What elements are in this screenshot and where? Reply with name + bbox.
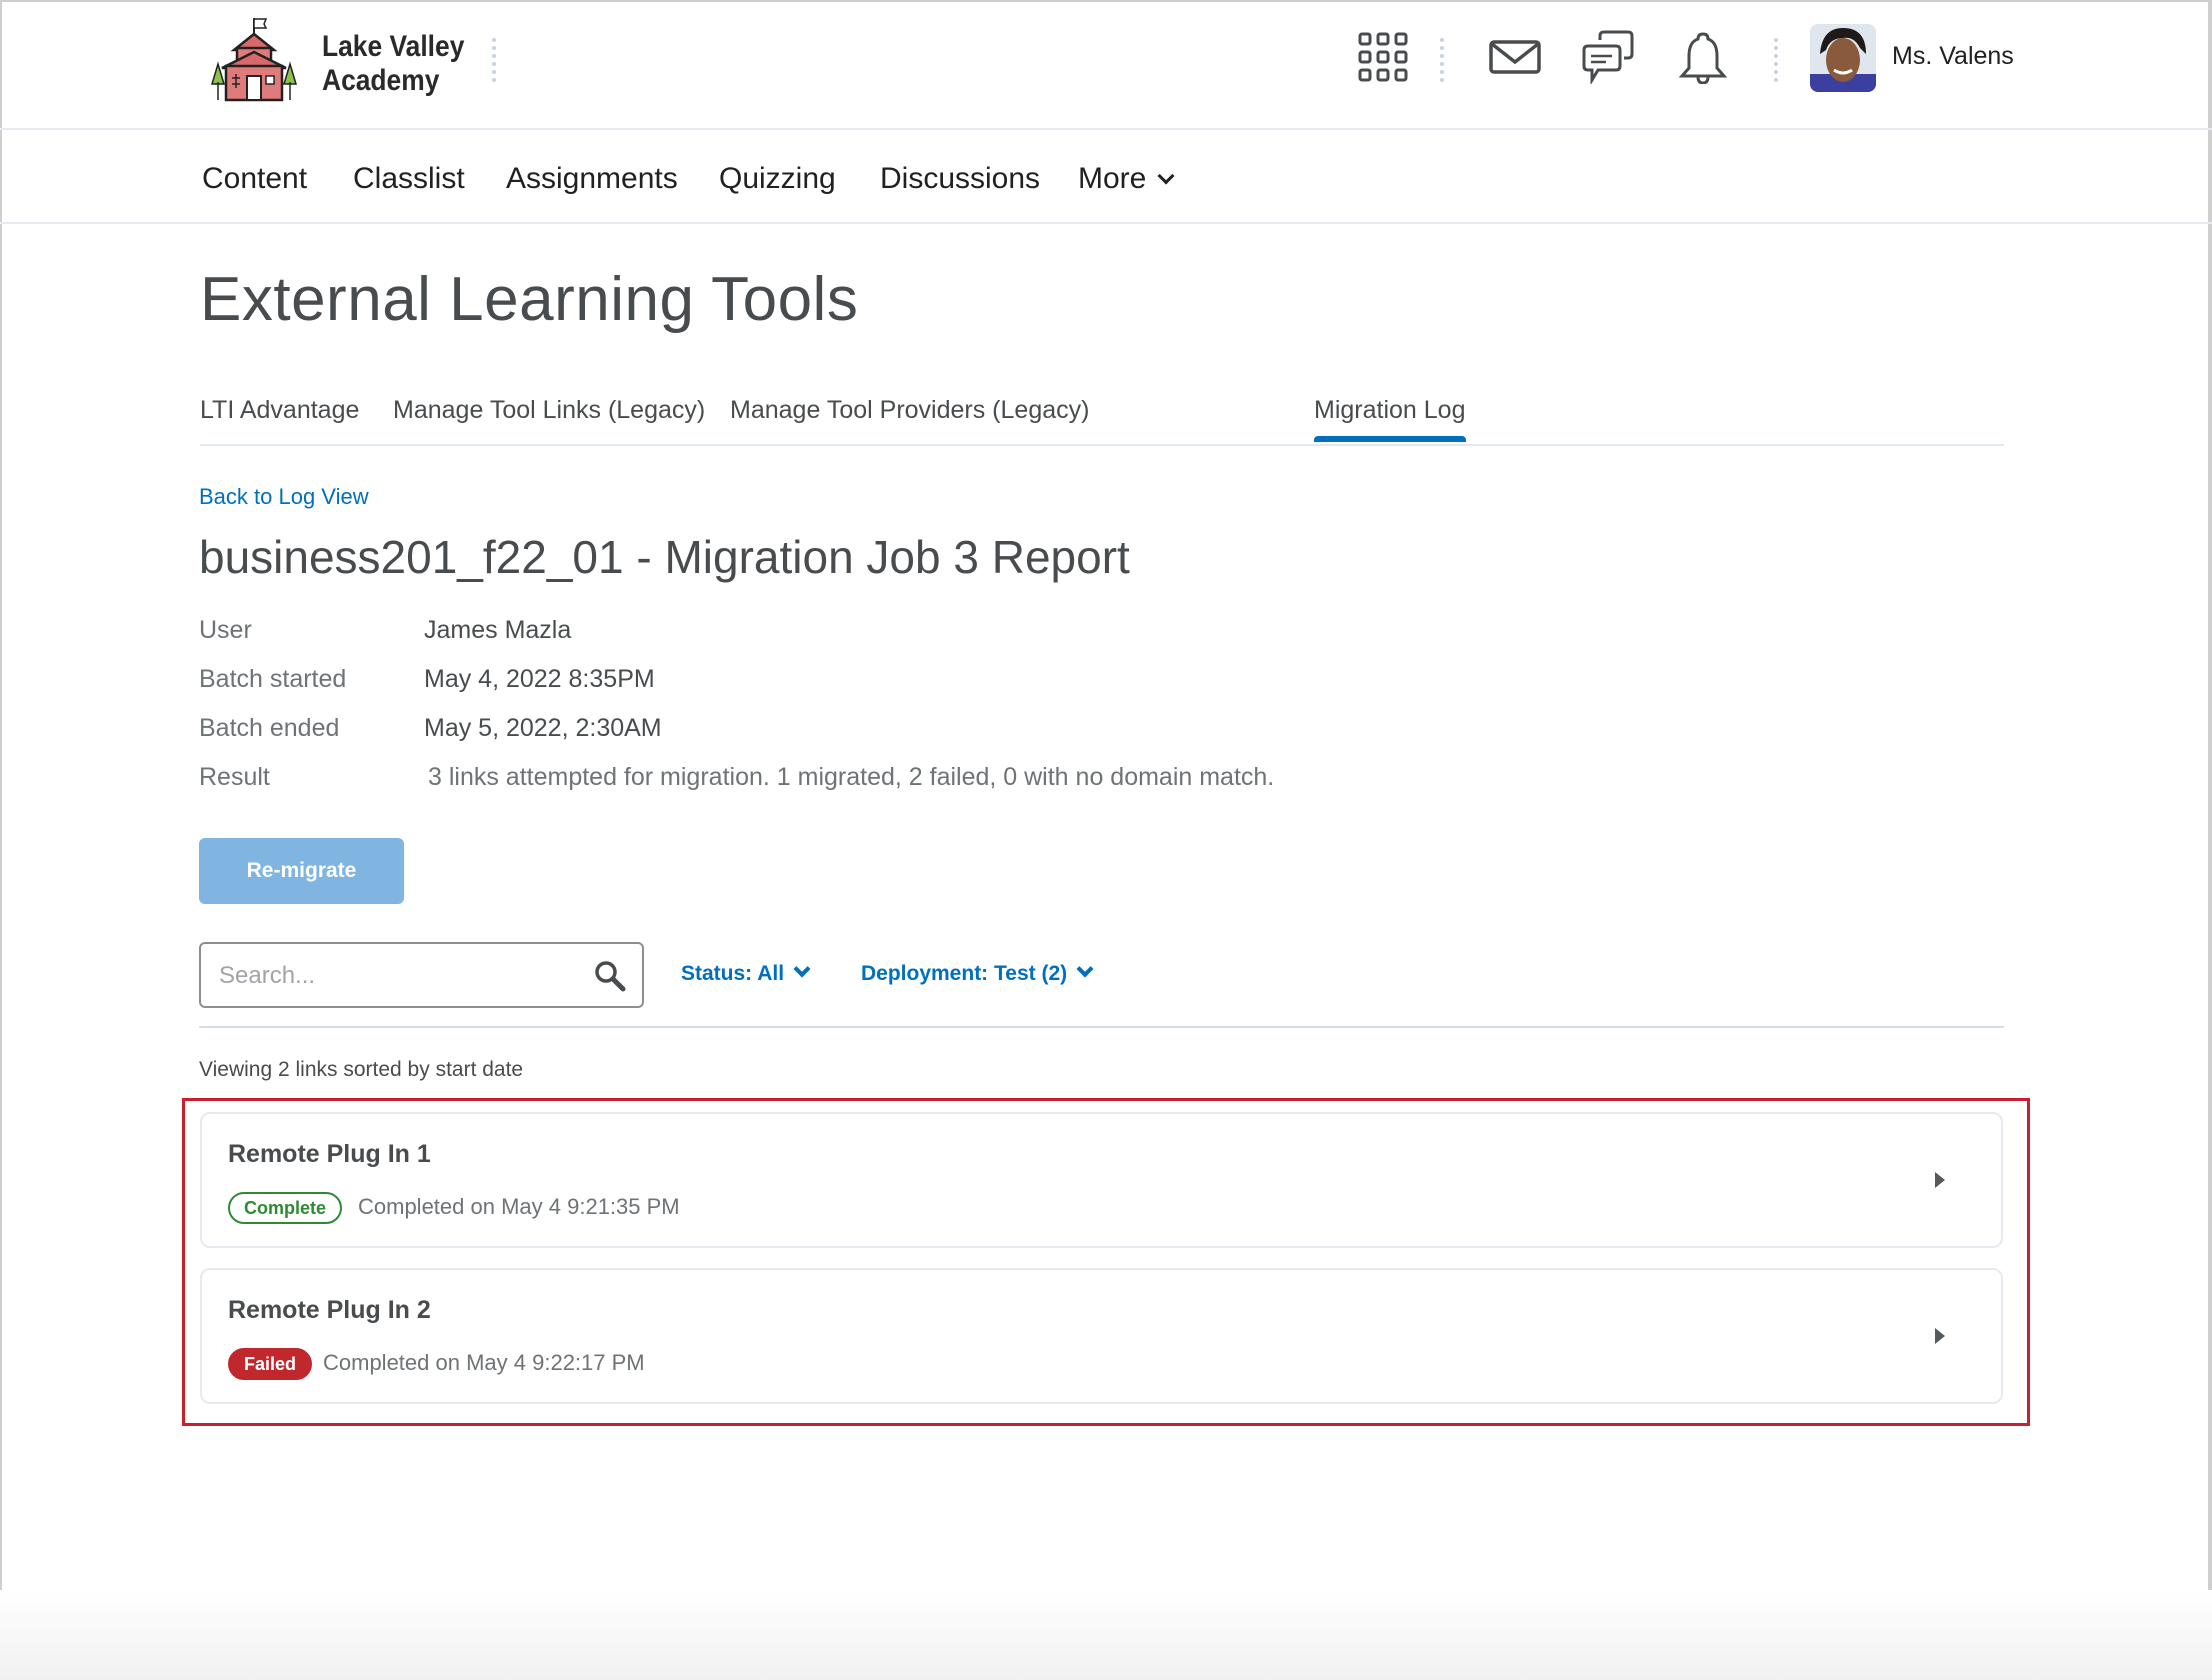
batch-ended-value: May 5, 2022, 2:30AM [424,714,662,742]
user-value: James Mazla [424,616,572,644]
nav-item-content[interactable]: Content [202,162,307,196]
nav-more-label: More [1078,162,1147,195]
caret-right-icon[interactable] [1935,1328,1945,1344]
bell-icon[interactable] [1676,30,1730,84]
course-nav: Content Classlist Assignments Quizzing D… [0,130,2212,224]
chevron-down-icon [1157,167,1175,185]
status-badge-complete: Complete [228,1192,343,1224]
search-input[interactable] [219,960,559,992]
mail-icon[interactable] [1488,30,1542,84]
chevron-down-icon [793,960,811,978]
status-filter-dropdown[interactable]: Status: All [681,960,811,986]
batch-started-value: May 4, 2022 8:35PM [424,665,655,693]
nav-item-quizzing[interactable]: Quizzing [719,162,836,196]
list-item-title: Remote Plug In 2 [228,1296,431,1324]
result-label: Result [199,763,270,791]
tab-lti-advantage[interactable]: LTI Advantage [200,396,359,425]
user-avatar[interactable] [1810,24,1876,92]
search-icon[interactable] [594,960,626,992]
list-item-title: Remote Plug In 1 [228,1140,431,1168]
tab-bar: LTI Advantage Manage Tool Links (Legacy)… [200,390,2004,446]
brand-line-1: Lake Valley [322,30,465,63]
header-divider [1774,38,1778,82]
active-tab-indicator [1314,436,1466,442]
deployment-filter-dropdown[interactable]: Deployment: Test (2) [861,960,1094,986]
nav-item-classlist[interactable]: Classlist [353,162,465,196]
chevron-down-icon [1076,960,1094,978]
report-title: business201_f22_01 - Migration Job 3 Rep… [199,531,1130,583]
result-value: 3 links attempted for migration. 1 migra… [428,763,1275,791]
tab-migration-log[interactable]: Migration Log [1314,396,1465,425]
nav-item-discussions[interactable]: Discussions [880,162,1040,196]
deployment-filter-label: Deployment: Test (2) [861,962,1068,985]
list-item-date: Completed on May 4 9:21:35 PM [358,1194,680,1219]
list-item-date: Completed on May 4 9:22:17 PM [323,1350,645,1375]
batch-ended-label: Batch ended [199,714,340,742]
tab-manage-tool-links[interactable]: Manage Tool Links (Legacy) [393,396,705,425]
header-divider [492,38,496,82]
school-logo[interactable] [204,16,304,102]
results-summary: Viewing 2 links sorted by start date [199,1058,524,1081]
tab-manage-tool-providers[interactable]: Manage Tool Providers (Legacy) [730,396,1089,425]
back-to-log-view-link[interactable]: Back to Log View [199,484,369,510]
batch-started-label: Batch started [199,665,347,693]
re-migrate-button[interactable]: Re-migrate [199,838,404,904]
chat-icon[interactable] [1582,30,1636,84]
apps-grid-icon[interactable] [1356,30,1410,84]
page-bottom-fade [0,1590,2212,1680]
status-badge-failed: Failed [228,1348,313,1380]
caret-right-icon[interactable] [1935,1172,1945,1188]
brand-line-2: Academy [322,64,440,97]
brand-name[interactable]: Lake Valley Academy [322,30,464,98]
search-field [199,942,644,1008]
list-item[interactable]: Remote Plug In 2 Failed Completed on May… [200,1268,2003,1404]
page-title: External Learning Tools [200,265,859,334]
nav-item-assignments[interactable]: Assignments [506,162,678,196]
status-filter-label: Status: All [681,962,785,985]
user-name[interactable]: Ms. Valens [1892,42,2014,71]
header-divider [1440,38,1444,82]
list-item[interactable]: Remote Plug In 1 Complete Completed on M… [200,1112,2003,1248]
filter-divider [199,1026,2004,1028]
user-label: User [199,616,252,644]
top-header: Lake Valley Academy Ms. Valens [0,0,2212,130]
nav-item-more[interactable]: More [1078,162,1175,196]
